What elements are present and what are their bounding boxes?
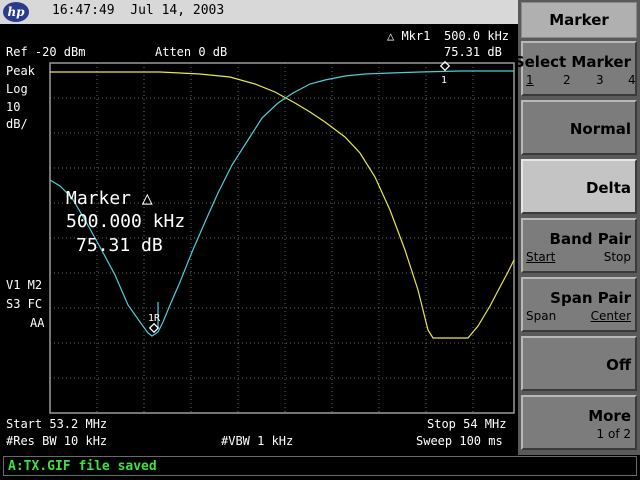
off-softkey[interactable]: Off	[521, 336, 637, 391]
span-pair-label: Span Pair	[550, 289, 631, 307]
normal-label: Normal	[569, 120, 631, 138]
marker-option-3: 3	[596, 73, 604, 87]
band-pair-start: Start	[526, 250, 556, 264]
marker-box-freq: 500.000 kHz	[66, 211, 186, 232]
delta-label: Delta	[585, 179, 631, 197]
normal-softkey[interactable]: Normal	[521, 100, 637, 155]
status-message: A:TX.GIF file saved	[8, 459, 157, 474]
marker-option-1: 1	[526, 73, 534, 87]
sweep-time: Sweep 100 ms	[416, 434, 503, 448]
more-softkey[interactable]: More 1 of 2	[521, 395, 637, 450]
delta-softkey[interactable]: Delta	[521, 159, 637, 214]
marker-option-2: 2	[563, 73, 571, 87]
menu-title: Marker	[521, 2, 637, 38]
more-label: More	[588, 407, 631, 425]
marker-option-4: 4	[628, 73, 636, 87]
marker-box-value: 75.31 dB	[76, 235, 163, 256]
select-marker-label: Select Marker	[513, 53, 631, 71]
res-bw: #Res BW 10 kHz	[6, 434, 108, 448]
vbw: #VBW 1 kHz	[221, 434, 294, 448]
span-pair-center: Center	[590, 309, 631, 323]
band-pair-label: Band Pair	[549, 230, 631, 248]
span-pair-softkey[interactable]: Span Pair Span Center	[521, 277, 637, 332]
marker-1-tag: 1	[441, 75, 448, 86]
select-marker-softkey[interactable]: Select Marker 1 2 3 4	[514, 41, 637, 96]
marker-1r-tag: 1R	[148, 313, 161, 324]
start-freq: Start 53.2 MHz	[6, 417, 108, 431]
span-pair-span: Span	[526, 309, 557, 323]
band-pair-softkey[interactable]: Band Pair Start Stop	[521, 218, 637, 273]
stop-freq: Stop 54 MHz	[427, 417, 507, 431]
band-pair-stop: Stop	[603, 250, 631, 264]
marker-box-title: Marker △	[66, 188, 153, 209]
off-label: Off	[606, 356, 631, 374]
more-page: 1 of 2	[596, 427, 631, 441]
